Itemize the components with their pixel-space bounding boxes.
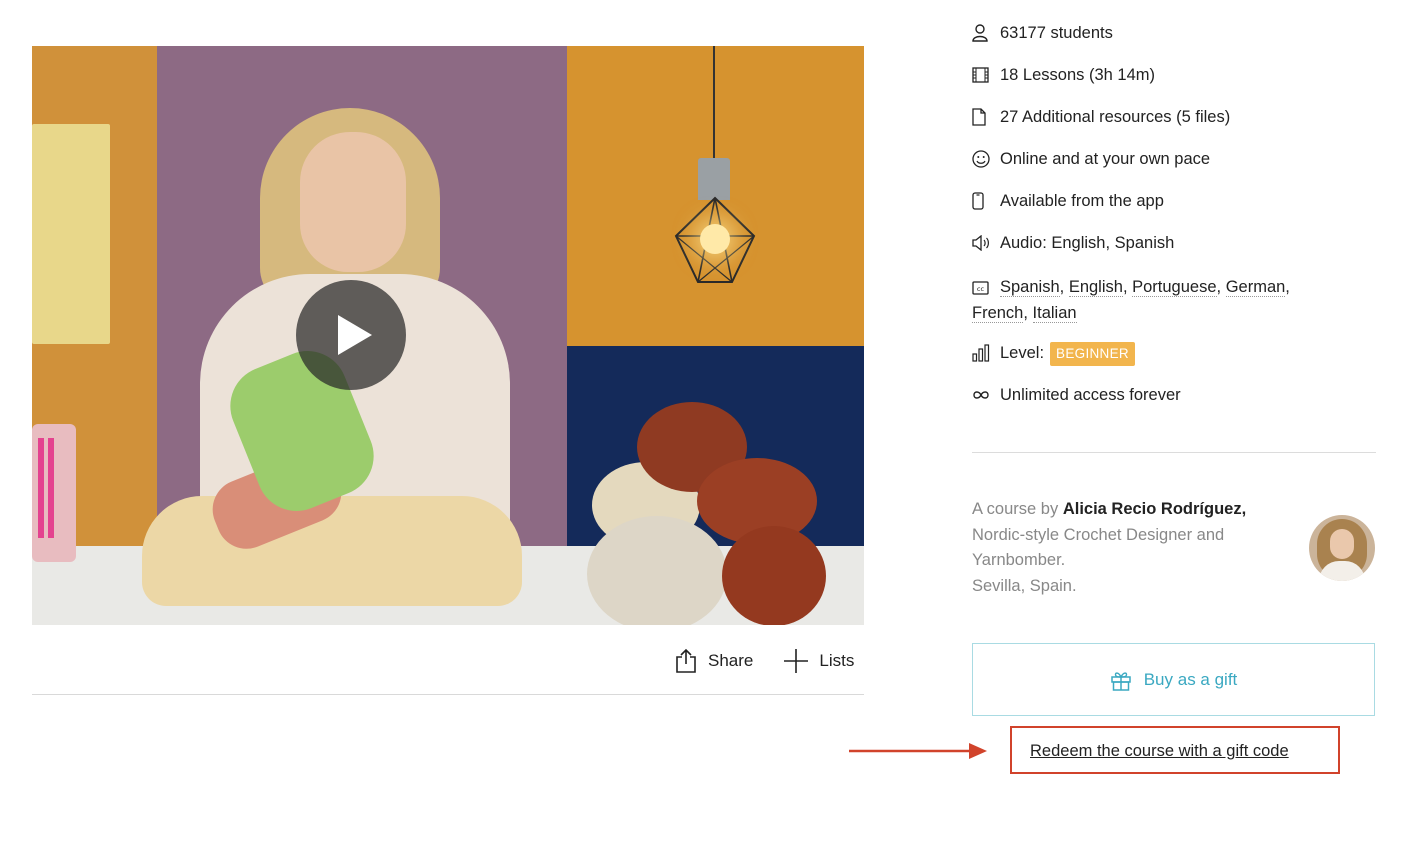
lamp-bulb [700, 224, 730, 254]
share-label: Share [708, 651, 754, 670]
instructor-face [300, 132, 406, 272]
feature-level: Level: BEGINNER [972, 342, 1135, 366]
yarn-ball [587, 516, 727, 625]
feature-app: Available from the app [972, 190, 1164, 212]
yarn-ball [722, 526, 826, 625]
crochet-hook [48, 438, 54, 538]
subtitle-language[interactable]: Portuguese [1132, 278, 1217, 297]
feature-lessons: 18 Lessons (3h 14m) [972, 64, 1155, 86]
user-icon [972, 22, 990, 44]
speaker-icon [972, 232, 990, 254]
subtitle-language[interactable]: French [972, 304, 1024, 323]
phone-icon [972, 190, 990, 212]
avatar[interactable] [1309, 515, 1375, 581]
plus-icon [784, 649, 809, 673]
video-actions: Share Lists [674, 646, 854, 676]
feature-subtitles: cc Spanish, English, Portuguese, German,… [972, 277, 1290, 323]
share-icon [676, 648, 696, 673]
smiley-icon [972, 148, 990, 170]
subtitle-language[interactable]: English [1068, 278, 1123, 297]
course-video[interactable] [32, 46, 864, 625]
lists-label: Lists [819, 651, 855, 670]
play-button[interactable] [296, 280, 406, 390]
share-button[interactable]: Share [674, 648, 753, 674]
svg-text:cc: cc [977, 285, 985, 293]
level-badge: BEGINNER [1050, 342, 1135, 366]
divider [972, 452, 1376, 453]
gift-icon [1110, 671, 1131, 691]
feature-resources: 27 Additional resources (5 files) [972, 106, 1230, 128]
file-icon [972, 106, 990, 128]
crochet-hook [38, 438, 44, 538]
feature-pace: Online and at your own pace [972, 148, 1210, 170]
author-title: Nordic-style Crochet Designer and Yarnbo… [972, 525, 1225, 570]
infinity-icon [972, 384, 990, 406]
play-icon [338, 315, 372, 355]
subtitle-language[interactable]: Italian [1032, 304, 1077, 323]
crochet-tapestry [32, 124, 110, 344]
level-bars-icon [972, 342, 990, 364]
author-name[interactable]: Alicia Recio Rodríguez, [1063, 500, 1246, 518]
lamp-cap [698, 158, 730, 200]
annotation-arrow-icon [849, 743, 987, 759]
buy-as-gift-label: Buy as a gift [1143, 669, 1238, 689]
redeem-gift-code-link[interactable]: Redeem the course with a gift code [1030, 742, 1289, 761]
lists-button[interactable]: Lists [783, 648, 854, 674]
subtitle-language[interactable]: German [1225, 278, 1286, 297]
feature-audio: Audio: English, Spanish [972, 232, 1174, 254]
feature-students: 63177 students [972, 22, 1113, 44]
author-location: Sevilla, Spain. [972, 576, 1077, 595]
film-icon [972, 64, 990, 86]
cc-icon: cc [972, 277, 990, 299]
author-info: A course by Alicia Recio Rodríguez, Nord… [972, 500, 1247, 595]
subtitle-language[interactable]: Spanish [1000, 278, 1060, 297]
divider [32, 694, 864, 695]
buy-as-gift-button[interactable]: Buy as a gift [972, 643, 1375, 716]
feature-access: Unlimited access forever [972, 384, 1181, 406]
lamp-cord [713, 46, 715, 161]
